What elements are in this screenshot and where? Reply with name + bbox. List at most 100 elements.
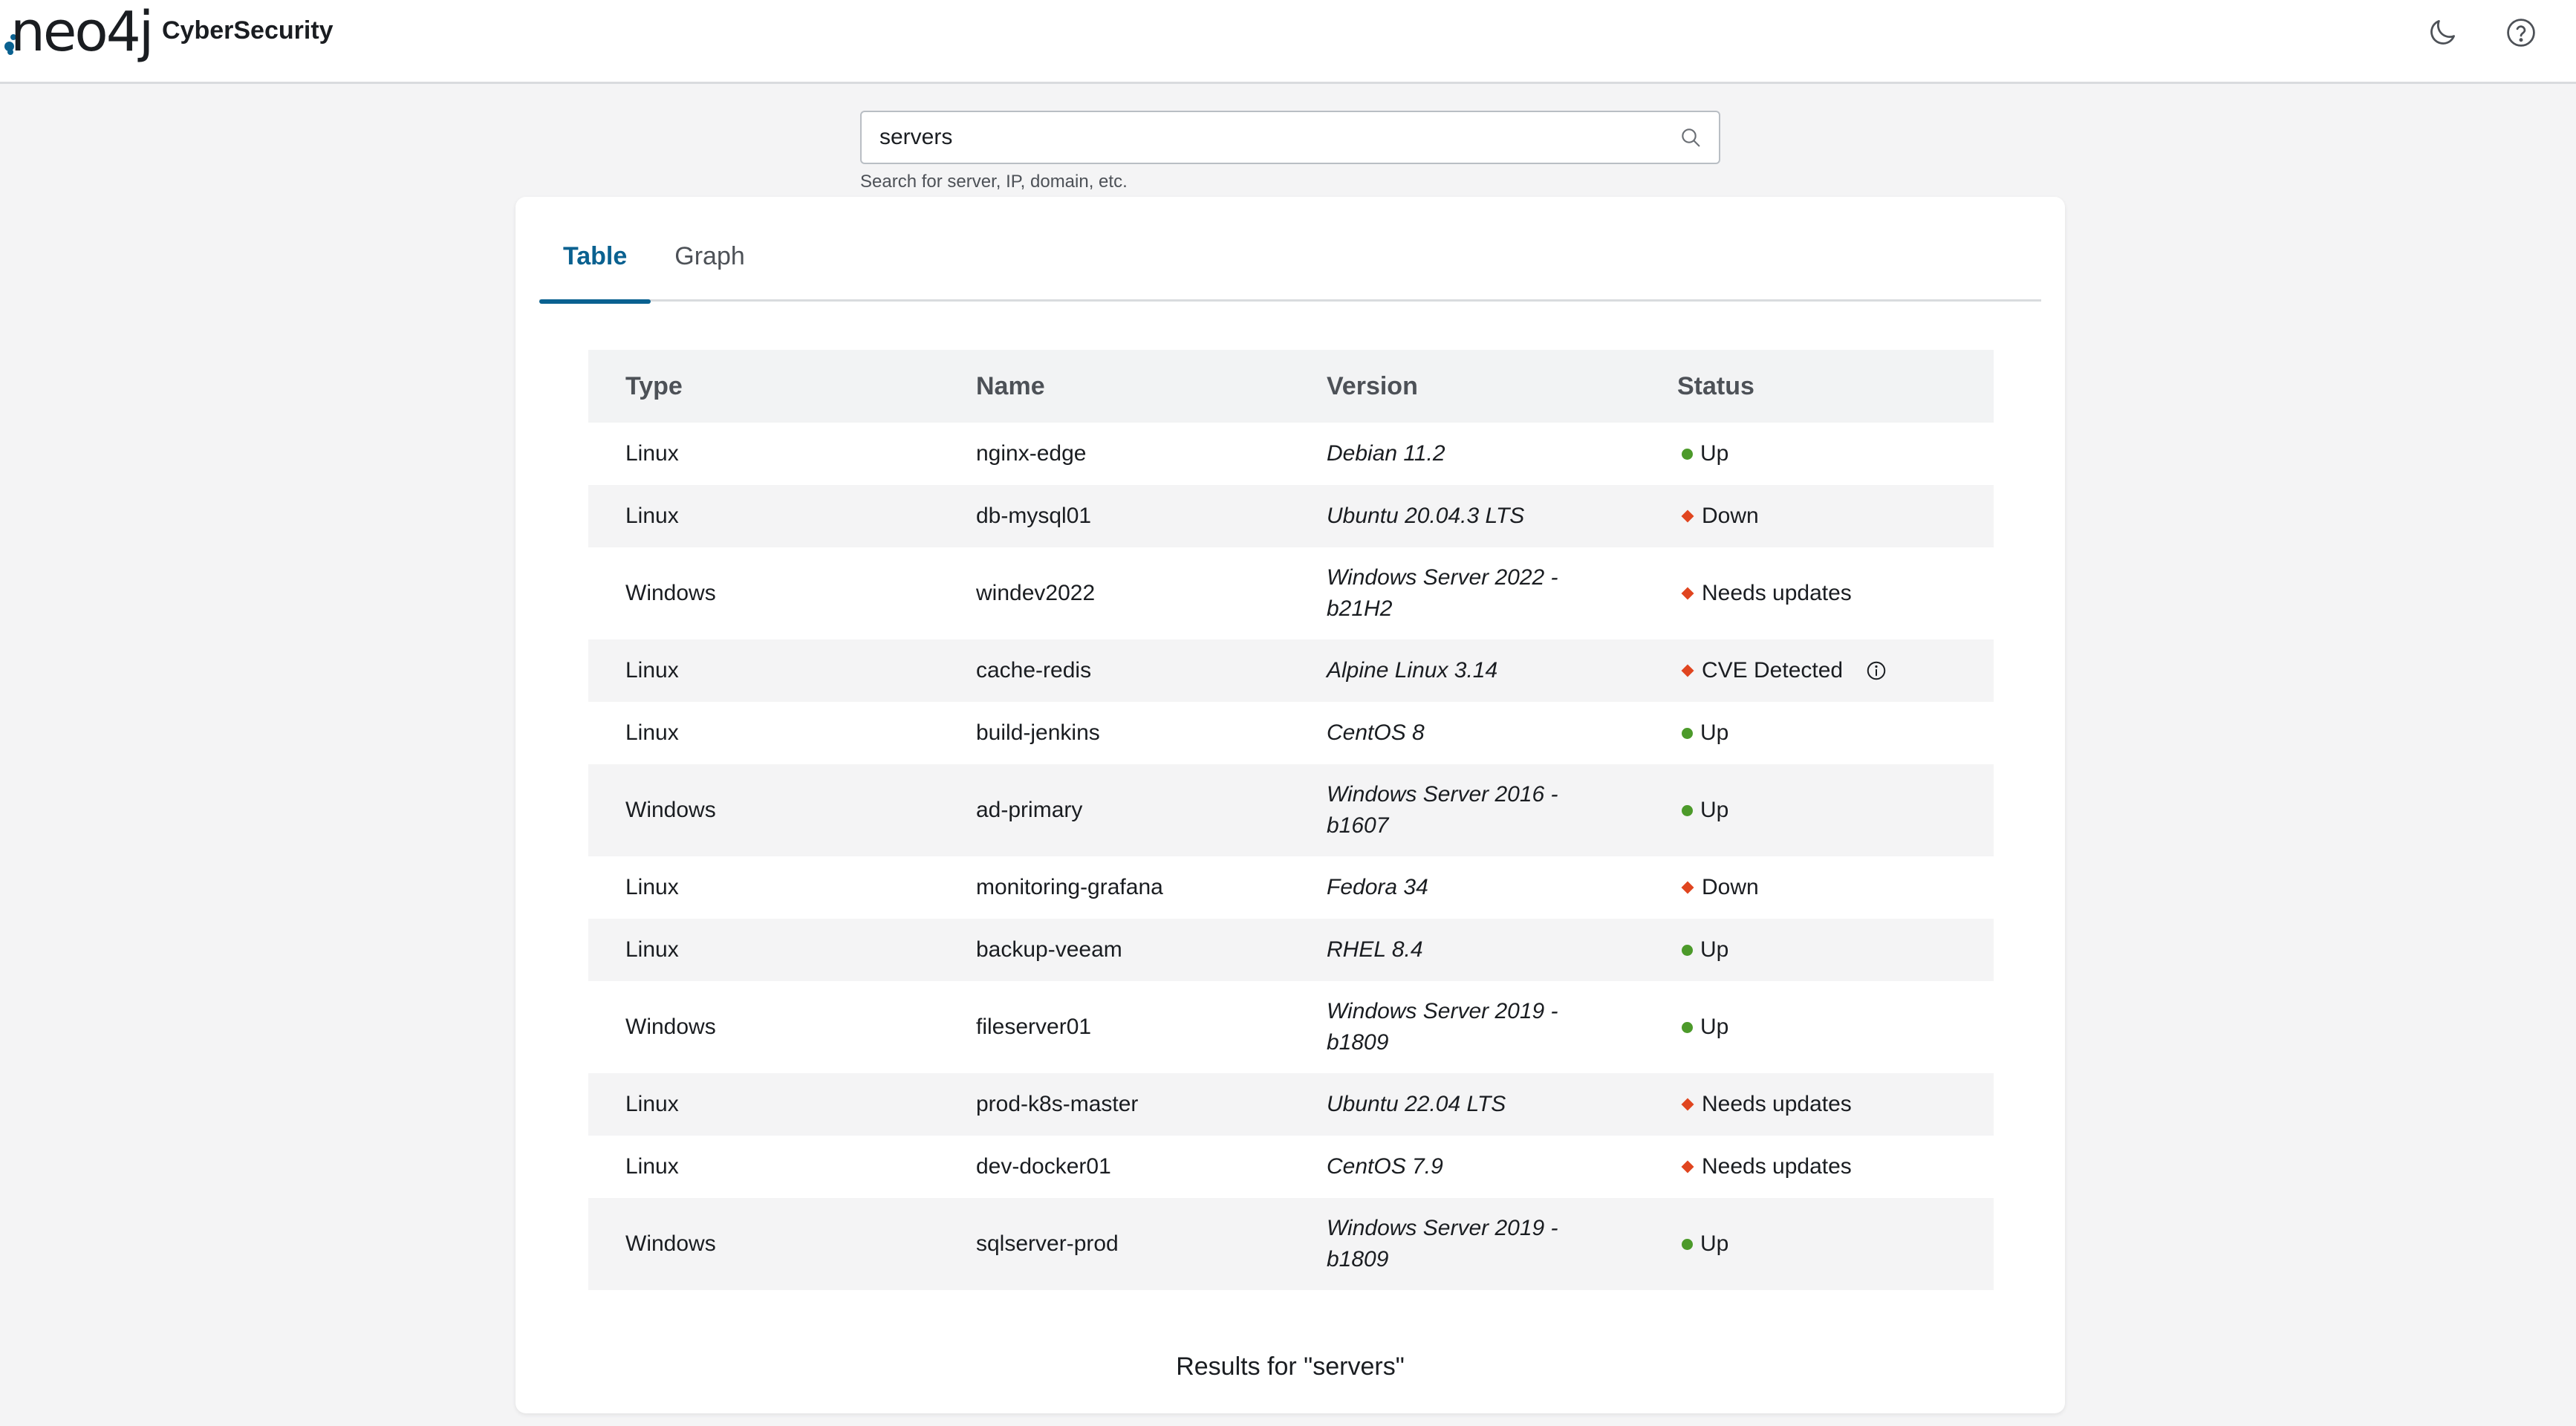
table-row[interactable]: Windows windev2022 Windows Server 2022 - b… [588, 547, 1994, 639]
cell-type: Windows [625, 1015, 716, 1039]
status-label: CVE Detected [1702, 658, 1844, 683]
status-up-dot-icon [1682, 1021, 1693, 1033]
table-row[interactable]: Windows fileserver01 Windows Server 2019 -… [588, 981, 1994, 1073]
cell-name: prod-k8s-master [939, 1073, 1289, 1136]
cell-name: fileserver01 [976, 1015, 1092, 1039]
app-name: CyberSecurity [162, 16, 334, 45]
table-row[interactable]: Linux monitoring-grafana Fedora 34 Down [588, 856, 1994, 919]
top-bar: neo4j CyberSecurity [0, 0, 2576, 84]
tab-table[interactable]: Table [539, 197, 651, 304]
cell-status: CVE Detected [1640, 639, 1994, 702]
status-label: Up [1700, 1231, 1729, 1256]
table-row[interactable]: Windows ad-primary Windows Server 2016 - b… [588, 764, 1994, 856]
cell-version: RHEL 8.4 [1289, 919, 1640, 981]
status-label: Needs updates [1702, 1154, 1852, 1179]
cell-type: Windows [588, 1198, 939, 1290]
cell-version: Debian 11.2 [1327, 441, 1445, 466]
cell-version: Alpine Linux 3.14 [1289, 639, 1640, 702]
status-alert-diamond-icon [1681, 1098, 1694, 1111]
cell-type: Linux [625, 875, 679, 899]
table-header-row: Type Name Version Status [588, 350, 1994, 423]
cell-name: db-mysql01 [939, 485, 1289, 547]
status-indicator: Up [1677, 937, 1994, 963]
status-up-dot-icon [1682, 727, 1693, 739]
status-label: Up [1700, 937, 1729, 962]
cell-name: dev-docker01 [976, 1154, 1111, 1179]
status-label: Down [1702, 875, 1759, 899]
status-label: Down [1702, 504, 1759, 528]
cell-name: windev2022 [976, 581, 1096, 605]
status-indicator: CVE Detected [1677, 658, 1994, 683]
cell-version: Fedora 34 [1327, 875, 1428, 899]
cell-status: Needs updates [1640, 1073, 1994, 1136]
status-up-dot-icon [1682, 448, 1693, 460]
status-alert-diamond-icon [1681, 881, 1694, 894]
logo-mark: neo4j [3, 0, 154, 64]
results-card: Table Graph Type Name Version Status Lin… [515, 197, 2065, 1413]
logo-text: neo4j [10, 0, 154, 64]
search-icon[interactable] [1679, 126, 1702, 149]
cell-name: ad-primary [939, 764, 1289, 856]
cell-type: Linux [625, 1154, 679, 1179]
status-up-dot-icon [1682, 1238, 1693, 1250]
cell-name: backup-veeam [939, 919, 1289, 981]
status-alert-diamond-icon [1681, 1160, 1694, 1173]
cell-status: Down [1640, 856, 1994, 919]
search-section: Search for server, IP, domain, etc. [860, 111, 1720, 192]
status-alert-diamond-icon [1681, 664, 1694, 677]
status-label: Up [1700, 798, 1729, 822]
status-alert-diamond-icon [1681, 509, 1694, 523]
search-help-text: Search for server, IP, domain, etc. [860, 172, 1128, 192]
info-icon[interactable] [1850, 660, 1887, 682]
cell-name: cache-redis [939, 639, 1289, 702]
cell-version: CentOS 8 [1327, 720, 1425, 745]
status-up-dot-icon [1682, 944, 1693, 956]
moon-icon [2430, 20, 2455, 45]
theme-toggle-button[interactable] [2424, 15, 2460, 51]
neo4j-logo[interactable]: neo4j [3, 0, 154, 64]
cell-status: Needs updates [1640, 547, 1994, 639]
cell-type: Linux [588, 639, 939, 702]
status-indicator: Needs updates [1677, 1154, 1994, 1179]
cell-version: Windows Server 2022 - b21H2 [1327, 565, 1558, 621]
table-row[interactable]: Linux nginx-edge Debian 11.2 Up [588, 423, 1994, 485]
results-table: Type Name Version Status Linux nginx-edge… [588, 350, 1994, 1290]
cell-type: Linux [625, 441, 679, 466]
status-indicator: Up [1677, 1015, 1994, 1040]
status-label: Needs updates [1702, 581, 1852, 605]
cell-name: sqlserver-prod [939, 1198, 1289, 1290]
table-row[interactable]: Linux cache-redis Alpine Linux 3.14 CVE Det… [588, 639, 1994, 702]
status-indicator: Down [1677, 875, 1994, 900]
cell-status: Needs updates [1640, 1136, 1994, 1198]
table-row[interactable]: Windows sqlserver-prod Windows Server 2019… [588, 1198, 1994, 1290]
status-label: Up [1700, 720, 1729, 745]
cell-version: Windows Server 2019 - b1809 [1289, 1198, 1640, 1290]
column-header-version[interactable]: Version [1289, 350, 1640, 423]
cell-status: Up [1640, 919, 1994, 981]
cell-type: Linux [588, 1073, 939, 1136]
column-header-status[interactable]: Status [1640, 350, 1994, 423]
search-box[interactable] [860, 111, 1720, 164]
cell-status: Up [1640, 702, 1994, 764]
cell-type: Windows [625, 581, 716, 605]
table-row[interactable]: Linux build-jenkins CentOS 8 Up [588, 702, 1994, 764]
status-indicator: Needs updates [1677, 1092, 1994, 1117]
status-indicator: Down [1677, 504, 1994, 529]
table-row[interactable]: Linux prod-k8s-master Ubuntu 22.04 LTS Need… [588, 1073, 1994, 1136]
help-button[interactable] [2503, 15, 2539, 51]
column-header-type[interactable]: Type [588, 350, 939, 423]
status-indicator: Up [1677, 1231, 1994, 1257]
tab-graph[interactable]: Graph [651, 197, 769, 302]
status-indicator: Up [1677, 441, 1994, 466]
cell-type: Windows [588, 764, 939, 856]
table-row[interactable]: Linux db-mysql01 Ubuntu 20.04.3 LTS Down [588, 485, 1994, 547]
table-row[interactable]: Linux dev-docker01 CentOS 7.9 Needs updates [588, 1136, 1994, 1198]
search-input[interactable] [879, 125, 1679, 150]
cell-status: Up [1640, 764, 1994, 856]
status-indicator: Needs updates [1677, 581, 1994, 606]
column-header-name[interactable]: Name [939, 350, 1289, 423]
table-row[interactable]: Linux backup-veeam RHEL 8.4 Up [588, 919, 1994, 981]
cell-type: Linux [588, 919, 939, 981]
cell-version: Ubuntu 20.04.3 LTS [1289, 485, 1640, 547]
results-summary: Results for "servers" [1176, 1352, 1405, 1381]
